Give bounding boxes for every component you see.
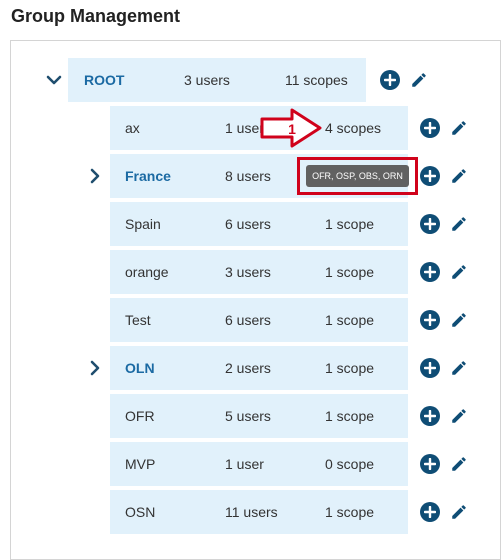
group-scope-count[interactable]: 1 scope (325, 394, 374, 438)
group-user-count: 6 users (225, 312, 271, 328)
group-name[interactable]: France (125, 154, 171, 198)
plus-icon (424, 122, 436, 134)
annotation-step-number: 1 (288, 121, 296, 137)
plus-icon (384, 74, 396, 86)
group-user-count: 1 user (225, 120, 264, 136)
pencil-icon (452, 409, 466, 423)
edit-group-button[interactable] (409, 70, 429, 90)
group-name[interactable]: OLN (125, 346, 155, 390)
group-scope-count[interactable]: 11 scopes (285, 58, 348, 102)
edit-group-button[interactable] (449, 118, 469, 138)
group-name: OFR (125, 408, 155, 424)
edit-group-button[interactable] (449, 502, 469, 522)
add-subgroup-button[interactable] (420, 262, 440, 282)
add-subgroup-button[interactable] (420, 214, 440, 234)
add-subgroup-button[interactable] (420, 454, 440, 474)
add-subgroup-button[interactable] (420, 118, 440, 138)
pencil-icon (452, 313, 466, 327)
group-name: Spain (125, 216, 161, 232)
group-row-root: ROOT 3 users 11 scopes (0, 58, 503, 102)
collapse-chevron-icon[interactable] (45, 58, 63, 102)
group-row-spain: Spain 6 users 1 scope (0, 202, 503, 246)
plus-icon (424, 458, 436, 470)
annotation-arrow: 1 (260, 108, 322, 148)
group-actions (420, 154, 469, 198)
add-subgroup-button[interactable] (420, 358, 440, 378)
plus-icon (424, 218, 436, 230)
group-user-count: 6 users (225, 216, 271, 232)
group-user-count: 2 users (225, 360, 271, 376)
add-subgroup-button[interactable] (420, 310, 440, 330)
group-name[interactable]: ROOT (84, 58, 124, 102)
group-name: OSN (125, 504, 156, 520)
add-subgroup-button[interactable] (420, 406, 440, 426)
group-user-count: 1 user (225, 456, 264, 472)
group-actions (420, 298, 469, 342)
edit-group-button[interactable] (449, 214, 469, 234)
group-user-count: 3 users (184, 72, 230, 88)
group-row-ofr: OFR 5 users 1 scope (0, 394, 503, 438)
pencil-icon (412, 73, 426, 87)
plus-icon (424, 362, 436, 374)
group-actions (420, 250, 469, 294)
group-scope-count[interactable]: 1 scope (325, 202, 374, 246)
plus-icon (424, 506, 436, 518)
group-scope-count[interactable]: 1 scope (325, 490, 374, 534)
group-scope-count[interactable]: 1 scope (325, 298, 374, 342)
group-row-test: Test 6 users 1 scope (0, 298, 503, 342)
group-actions (420, 394, 469, 438)
group-name: ax (125, 120, 140, 136)
group-actions (420, 106, 469, 150)
plus-icon (424, 314, 436, 326)
pencil-icon (452, 457, 466, 471)
edit-group-button[interactable] (449, 166, 469, 186)
group-user-count: 3 users (225, 264, 271, 280)
pencil-icon (452, 169, 466, 183)
plus-icon (424, 266, 436, 278)
add-subgroup-button[interactable] (420, 166, 440, 186)
add-subgroup-button[interactable] (420, 502, 440, 522)
group-actions (420, 346, 469, 390)
group-scope-count[interactable]: 4 scopes (325, 106, 381, 150)
pencil-icon (452, 265, 466, 279)
edit-group-button[interactable] (449, 406, 469, 426)
group-name: Test (125, 312, 151, 328)
page-title: Group Management (11, 6, 181, 26)
group-user-count: 5 users (225, 408, 271, 424)
pencil-icon (452, 505, 466, 519)
group-row-osn: OSN 11 users 1 scope (0, 490, 503, 534)
group-actions (420, 202, 469, 246)
group-actions (420, 490, 469, 534)
pencil-icon (452, 217, 466, 231)
plus-icon (424, 170, 436, 182)
expand-chevron-icon[interactable] (86, 154, 104, 198)
group-name: orange (125, 264, 169, 280)
group-user-count: 11 users (225, 504, 278, 520)
group-row-mvp: MVP 1 user 0 scope (0, 442, 503, 486)
group-row-france: France 8 users (0, 154, 503, 198)
plus-icon (424, 410, 436, 422)
group-actions (420, 442, 469, 486)
expand-chevron-icon[interactable] (86, 346, 104, 390)
pencil-icon (452, 361, 466, 375)
edit-group-button[interactable] (449, 310, 469, 330)
add-subgroup-button[interactable] (380, 70, 400, 90)
group-scope-count[interactable]: 1 scope (325, 250, 374, 294)
scopes-tooltip: OFR, OSP, OBS, ORN (306, 165, 409, 187)
group-name: MVP (125, 456, 156, 472)
group-scope-count[interactable]: 1 scope (325, 346, 374, 390)
group-user-count: 8 users (225, 168, 271, 184)
group-actions (380, 58, 429, 102)
edit-group-button[interactable] (449, 358, 469, 378)
group-row-ax: ax 1 user 4 scopes (0, 106, 503, 150)
edit-group-button[interactable] (449, 262, 469, 282)
group-scope-count[interactable]: 0 scope (325, 442, 374, 486)
group-row-oln: OLN 2 users 1 scope (0, 346, 503, 390)
pencil-icon (452, 121, 466, 135)
group-row-orange: orange 3 users 1 scope (0, 250, 503, 294)
edit-group-button[interactable] (449, 454, 469, 474)
